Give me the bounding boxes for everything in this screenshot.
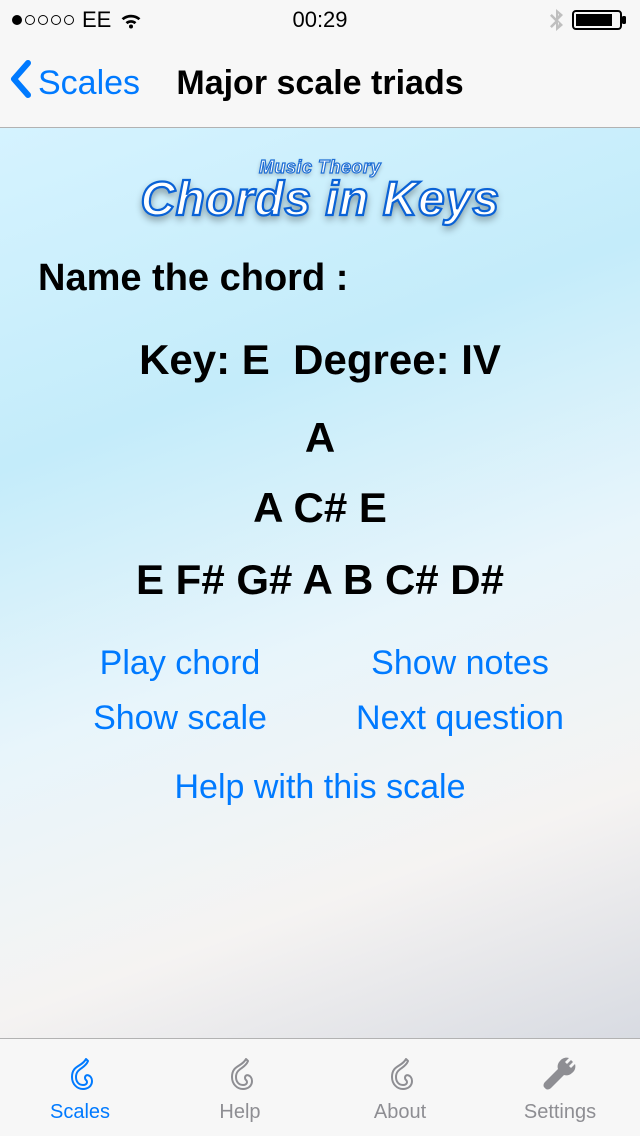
wifi-icon xyxy=(119,10,143,30)
back-button[interactable]: Scales xyxy=(8,59,140,108)
tab-about-label: About xyxy=(374,1101,426,1124)
chevron-left-icon xyxy=(8,59,34,108)
tab-help-label: Help xyxy=(219,1101,260,1124)
tab-help[interactable]: Help xyxy=(160,1039,320,1136)
status-right xyxy=(550,8,628,32)
help-with-scale-button[interactable]: Help with this scale xyxy=(30,768,610,807)
about-tab-icon xyxy=(378,1051,422,1099)
logo-title: Chords in Keys xyxy=(140,172,499,227)
bluetooth-icon xyxy=(550,8,564,32)
show-scale-button[interactable]: Show scale xyxy=(40,699,320,738)
tab-bar: Scales Help About Settings xyxy=(0,1038,640,1136)
status-bar: EE 00:29 xyxy=(0,0,640,40)
status-time: 00:29 xyxy=(292,7,347,33)
help-tab-icon xyxy=(218,1051,262,1099)
degree-value: IV xyxy=(461,336,501,383)
status-left: EE xyxy=(12,7,143,33)
chord-notes: A C# E xyxy=(30,484,610,532)
degree-label: Degree: xyxy=(293,336,449,383)
key-value: E xyxy=(242,336,270,383)
tab-settings[interactable]: Settings xyxy=(480,1039,640,1136)
scale-notes: E F# G# A B C# D# xyxy=(30,556,610,604)
settings-tab-icon xyxy=(538,1051,582,1099)
page-title: Major scale triads xyxy=(176,64,463,103)
question-prompt: Name the chord : xyxy=(38,257,610,300)
key-degree-line: Key: E Degree: IV xyxy=(30,336,610,384)
answer-chord: A xyxy=(30,414,610,462)
next-question-button[interactable]: Next question xyxy=(320,699,600,738)
signal-strength-icon xyxy=(12,15,74,25)
back-label: Scales xyxy=(38,64,140,103)
scales-tab-icon xyxy=(58,1051,102,1099)
action-buttons: Play chord Show notes Show scale Next qu… xyxy=(40,644,600,738)
play-chord-button[interactable]: Play chord xyxy=(40,644,320,683)
tab-about[interactable]: About xyxy=(320,1039,480,1136)
navigation-bar: Scales Major scale triads xyxy=(0,40,640,128)
show-notes-button[interactable]: Show notes xyxy=(320,644,600,683)
content-area: Music Theory Chords in Keys Name the cho… xyxy=(0,128,640,1038)
app-logo: Music Theory Chords in Keys xyxy=(30,158,610,227)
tab-scales-label: Scales xyxy=(50,1101,110,1124)
battery-icon xyxy=(572,8,628,32)
carrier-label: EE xyxy=(82,7,111,33)
tab-settings-label: Settings xyxy=(524,1101,596,1124)
key-label: Key: xyxy=(139,336,230,383)
tab-scales[interactable]: Scales xyxy=(0,1039,160,1136)
